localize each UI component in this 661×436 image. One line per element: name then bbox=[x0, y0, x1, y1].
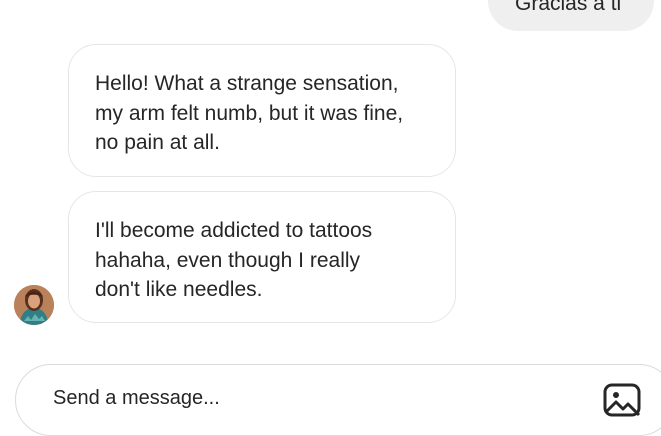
message-composer bbox=[15, 364, 661, 436]
received-message-bubble[interactable]: I'll become addicted to tattoos hahaha, … bbox=[68, 191, 456, 323]
sender-avatar[interactable] bbox=[14, 285, 54, 325]
chat-thread: Gracias a ti Hello! What a strange sensa… bbox=[0, 0, 661, 436]
image-icon[interactable] bbox=[603, 381, 643, 421]
sent-message-bubble[interactable]: Gracias a ti bbox=[488, 0, 654, 31]
avatar-icon bbox=[14, 285, 54, 325]
received-message-bubble[interactable]: Hello! What a strange sensation, my arm … bbox=[68, 44, 456, 177]
message-input[interactable] bbox=[53, 383, 573, 413]
